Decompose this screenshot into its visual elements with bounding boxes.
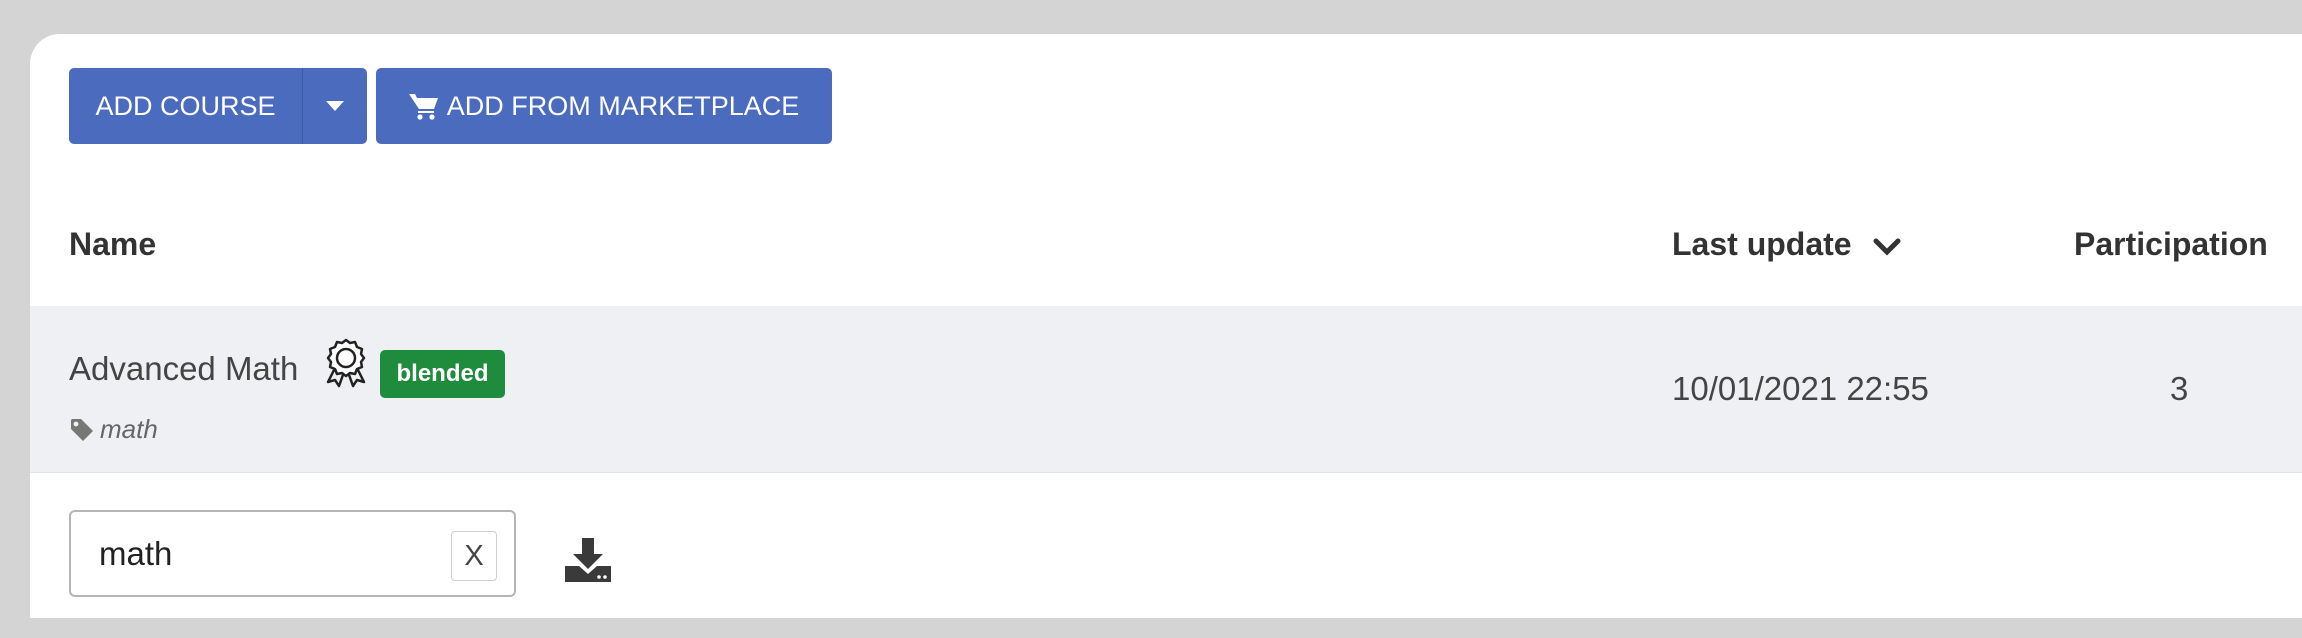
column-header-participation[interactable]: Participation	[2074, 226, 2268, 263]
cart-icon	[408, 94, 438, 120]
add-course-dropdown-button[interactable]	[302, 68, 367, 144]
tag-icon	[71, 419, 93, 441]
status-badge: blended	[380, 350, 505, 398]
add-course-button[interactable]: ADD COURSE	[69, 68, 302, 144]
download-icon[interactable]	[565, 538, 611, 582]
caret-down-icon	[326, 101, 344, 111]
column-header-last-update-label: Last update	[1672, 226, 1852, 262]
add-from-marketplace-button[interactable]: ADD FROM MARKETPLACE	[376, 68, 832, 144]
search-field: X	[69, 510, 516, 597]
participation-value: 3	[2170, 370, 2189, 407]
certificate-icon	[326, 338, 366, 388]
add-from-marketplace-label: ADD FROM MARKETPLACE	[446, 90, 800, 121]
clear-search-button[interactable]: X	[451, 531, 497, 581]
last-update-value: 10/01/2021 22:55	[1672, 370, 1929, 407]
toolbar: ADD COURSE ADD FROM MARKETPLACE	[69, 68, 832, 144]
column-header-last-update[interactable]: Last update	[1672, 226, 1902, 263]
column-header-name[interactable]: Name	[69, 226, 156, 263]
table-row[interactable]: Advanced Math blended math 10/01/2021 22…	[30, 306, 2302, 473]
search-input[interactable]	[99, 530, 399, 578]
course-name-link[interactable]: Advanced Math	[69, 350, 298, 388]
chevron-down-icon	[1873, 238, 1901, 256]
course-list-panel: ADD COURSE ADD FROM MARKETPLACE Name Las…	[30, 34, 2302, 618]
course-tag[interactable]: math	[100, 414, 158, 445]
